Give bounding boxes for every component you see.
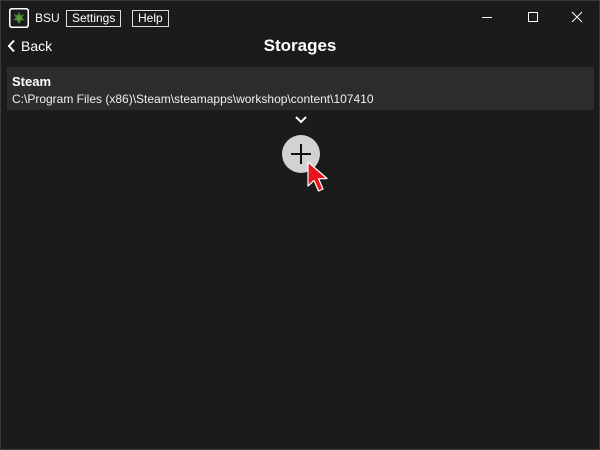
close-icon (571, 11, 583, 23)
page-title: Storages (263, 36, 337, 55)
maximize-icon (528, 12, 538, 22)
mouse-cursor-icon (307, 161, 328, 192)
storage-name: Steam (12, 74, 52, 89)
minimize-icon (482, 17, 492, 18)
back-button-label: Back (21, 38, 53, 54)
app-name: BSU (35, 11, 60, 25)
close-button[interactable] (554, 1, 600, 33)
help-menu-button[interactable]: Help (132, 10, 169, 27)
back-button[interactable]: Back (7, 37, 52, 55)
storage-path: C:\Program Files (x86)\Steam\steamapps\w… (12, 92, 374, 106)
maximize-button[interactable] (510, 1, 556, 33)
title-bar: BSU Settings Help (1, 1, 599, 33)
chevron-left-icon (7, 39, 15, 53)
app-window: BSU Settings Help Storages Back Steam C:… (0, 0, 600, 450)
settings-menu-button[interactable]: Settings (66, 10, 122, 27)
app-logo-icon (9, 8, 29, 28)
storage-item[interactable]: Steam C:\Program Files (x86)\Steam\steam… (7, 67, 594, 110)
chevron-down-icon[interactable] (294, 115, 308, 124)
minimize-button[interactable] (464, 1, 510, 33)
